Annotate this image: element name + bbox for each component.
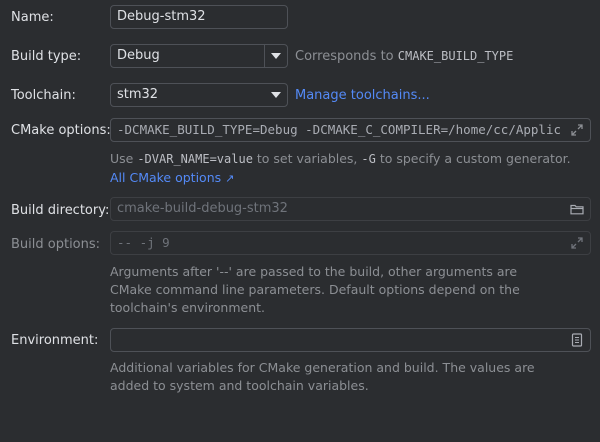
expand-icon[interactable] bbox=[567, 233, 587, 253]
build-options-help-line-2: CMake command line parameters. Default o… bbox=[110, 282, 520, 297]
document-icon[interactable] bbox=[567, 330, 587, 350]
cmake-options-help: Use -DVAR_NAME=value to set variables, -… bbox=[110, 151, 571, 166]
cmake-options-input[interactable]: -DCMAKE_BUILD_TYPE=Debug -DCMAKE_C_COMPI… bbox=[110, 118, 591, 142]
name-label: Name: bbox=[11, 10, 54, 25]
build-type-note: Corresponds to CMAKE_BUILD_TYPE bbox=[295, 49, 514, 64]
toolchain-select[interactable]: stm32 bbox=[110, 83, 288, 107]
name-input[interactable]: Debug-stm32 bbox=[110, 5, 288, 29]
toolchain-value: stm32 bbox=[117, 87, 159, 102]
build-directory-input[interactable]: cmake-build-debug-stm32 bbox=[110, 197, 591, 221]
all-cmake-options-link[interactable]: All CMake options ↗ bbox=[110, 168, 234, 188]
build-options-label: Build options: bbox=[11, 237, 101, 252]
expand-icon[interactable] bbox=[567, 120, 587, 140]
build-type-value: Debug bbox=[117, 48, 160, 63]
chevron-down-icon[interactable] bbox=[264, 45, 287, 67]
environment-input[interactable] bbox=[110, 328, 591, 352]
build-type-label: Build type: bbox=[11, 49, 82, 64]
environment-help-line-2: added to system and toolchain variables. bbox=[110, 378, 369, 393]
toolchain-label: Toolchain: bbox=[11, 88, 76, 103]
chevron-down-icon[interactable] bbox=[265, 84, 287, 106]
manage-toolchains-link[interactable]: Manage toolchains... bbox=[295, 87, 430, 104]
build-options-help-line-1: Arguments after '--' are passed to the b… bbox=[110, 264, 518, 279]
cmake-options-label: CMake options: bbox=[11, 123, 111, 138]
folder-icon[interactable] bbox=[567, 199, 587, 219]
external-link-icon: ↗ bbox=[225, 172, 235, 185]
build-directory-label: Build directory: bbox=[11, 203, 110, 218]
environment-label: Environment: bbox=[11, 333, 99, 348]
build-options-help-line-3: toolchain's environment. bbox=[110, 300, 266, 315]
build-type-select[interactable]: Debug bbox=[110, 44, 288, 68]
environment-help-line-1: Additional variables for CMake generatio… bbox=[110, 360, 535, 375]
build-options-input[interactable]: -- -j 9 bbox=[110, 231, 591, 255]
